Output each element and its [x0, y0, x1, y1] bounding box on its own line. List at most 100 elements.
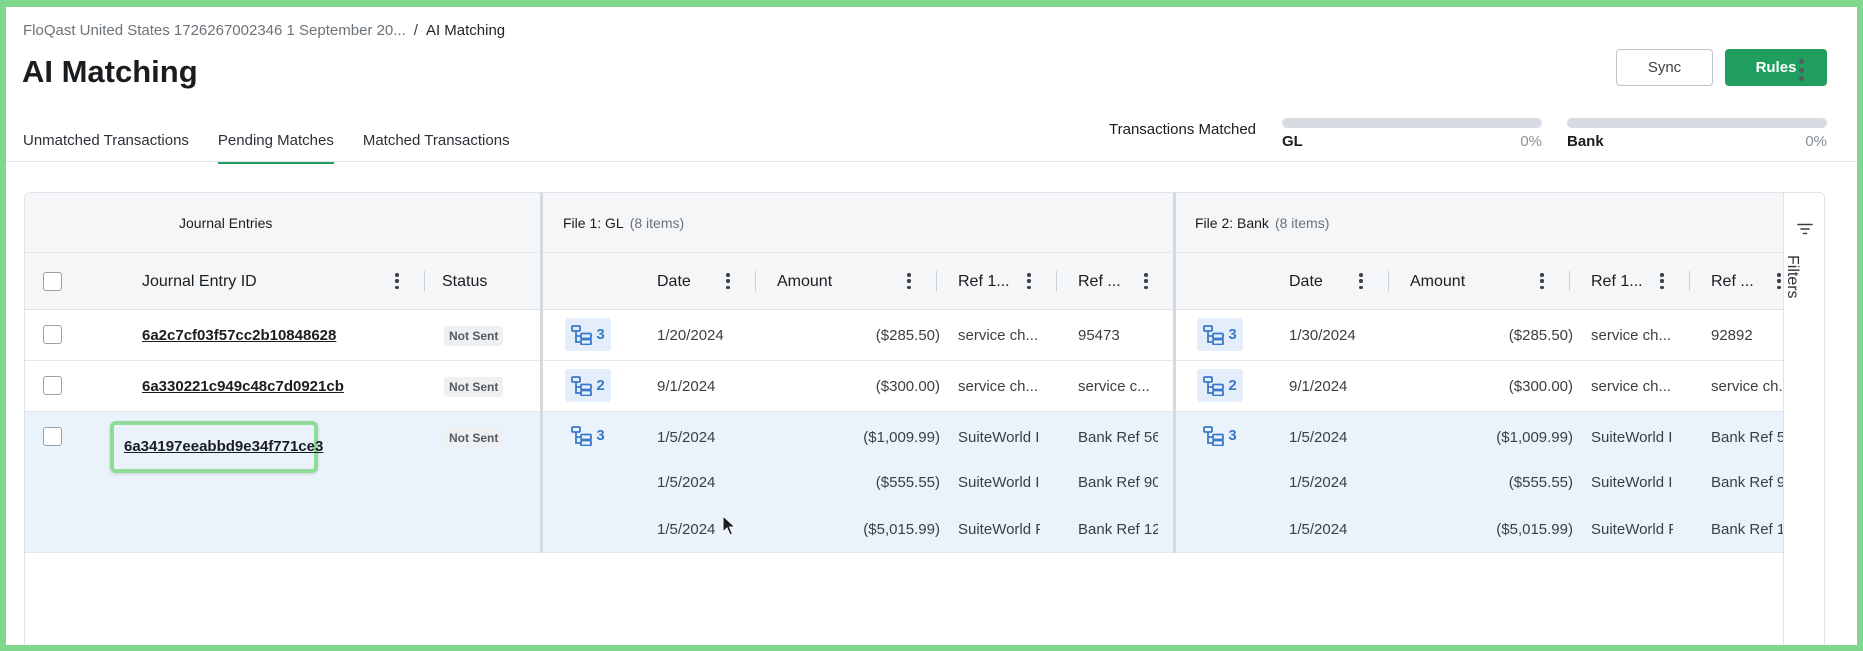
app-window: FloQast United States 1726267002346 1 Se…: [6, 7, 1857, 645]
gl-ref1-cell: service ch...: [958, 327, 1039, 344]
bank-date-cell: 1/5/2024: [1289, 521, 1348, 538]
gl-progress-name: GL: [1282, 133, 1303, 150]
group-journal-entries: Journal Entries: [179, 193, 272, 253]
tab-pending-matches[interactable]: Pending Matches: [217, 132, 334, 164]
group-file2-count: (8 items): [1274, 215, 1330, 231]
column-menu-icon[interactable]: [1540, 273, 1544, 289]
bank-ref1-cell: service ch...: [1591, 378, 1672, 395]
tab-matched-transactions[interactable]: Matched Transactions: [363, 132, 510, 164]
column-menu-icon[interactable]: [907, 273, 911, 289]
bank-date-cell: 1/30/2024: [1289, 327, 1356, 344]
group-file2-bank: File 2: Bank (8 items): [1195, 193, 1329, 253]
header-bank-ref2[interactable]: Ref ...: [1711, 253, 1754, 310]
bank-date-cell: 1/5/2024: [1289, 429, 1348, 446]
gl-ref1-cell: service ch...: [958, 378, 1039, 395]
breadcrumb-parent-link[interactable]: FloQast United States 1726267002346 1 Se…: [23, 22, 406, 39]
header-gl-ref1[interactable]: Ref 1...: [958, 253, 1010, 310]
bank-amount-cell: ($1,009.99): [1496, 429, 1573, 446]
column-menu-icon[interactable]: [1777, 273, 1781, 289]
journal-entry-id-link[interactable]: 6a2c7cf03f57cc2b10848628: [142, 327, 336, 344]
column-menu-icon[interactable]: [1660, 273, 1664, 289]
bank-amount-cell: ($555.55): [1508, 474, 1573, 491]
column-menu-icon[interactable]: [1144, 273, 1148, 289]
header-bank-amount[interactable]: Amount: [1410, 253, 1465, 310]
bank-ref1-cell: service ch...: [1591, 327, 1672, 344]
gl-progress-percent: 0%: [1520, 133, 1542, 150]
gl-amount-cell: ($285.50): [875, 327, 940, 344]
gl-match-group-button[interactable]: 3: [565, 419, 611, 452]
column-menu-icon[interactable]: [1027, 273, 1031, 289]
rules-button[interactable]: Rules: [1725, 49, 1827, 86]
header-gl-ref2[interactable]: Ref ...: [1078, 253, 1121, 310]
column-resize-handle[interactable]: [1689, 271, 1690, 291]
hierarchy-icon: [571, 324, 593, 345]
status-badge: Not Sent: [444, 326, 504, 346]
column-resize-handle[interactable]: [755, 271, 756, 291]
bank-progress-percent: 0%: [1805, 133, 1827, 150]
header-gl-amount[interactable]: Amount: [777, 253, 832, 310]
bank-match-count: 2: [1228, 377, 1237, 394]
focused-journal-entry-id[interactable]: 6a34197eeabbd9e34f771ce3: [110, 421, 323, 473]
breadcrumb-separator: /: [413, 22, 418, 39]
column-resize-handle[interactable]: [424, 271, 425, 291]
status-badge: Not Sent: [444, 428, 504, 448]
header-gl-date[interactable]: Date: [657, 253, 691, 310]
section-divider: [540, 193, 543, 553]
header-bank-date[interactable]: Date: [1289, 253, 1323, 310]
sync-button[interactable]: Sync: [1616, 49, 1713, 86]
journal-entry-id-link[interactable]: 6a34197eeabbd9e34f771ce3: [124, 438, 323, 455]
pending-matches-table: Journal Entries File 1: GL (8 items) Fil…: [24, 192, 1825, 645]
gl-match-group-button[interactable]: 2: [565, 369, 611, 402]
hierarchy-icon: [1203, 324, 1225, 345]
tabs-divider: [6, 161, 1857, 162]
column-resize-handle[interactable]: [936, 271, 937, 291]
row-checkbox[interactable]: [43, 427, 62, 446]
bank-ref1-cell: SuiteWorld F: [1591, 521, 1673, 538]
gl-date-cell: 1/5/2024: [657, 521, 716, 538]
tab-bar: Unmatched Transactions Pending Matches M…: [23, 132, 539, 164]
column-resize-handle[interactable]: [1056, 271, 1057, 291]
page-title: AI Matching: [22, 54, 198, 89]
gl-amount-cell: ($555.55): [875, 474, 940, 491]
bank-ref1-cell: SuiteWorld I: [1591, 429, 1673, 446]
column-header-row: Journal Entry ID Status Date Amount Ref …: [25, 253, 1783, 310]
gl-ref2-cell: service c...: [1078, 378, 1150, 395]
table-row[interactable]: 6a2c7cf03f57cc2b10848628 Not Sent 3 1/20…: [25, 310, 1783, 361]
select-all-checkbox[interactable]: [43, 272, 62, 291]
bank-match-group-button[interactable]: 2: [1197, 369, 1243, 402]
gl-match-group-button[interactable]: 3: [565, 318, 611, 351]
hierarchy-icon: [571, 375, 593, 396]
bank-ref2-cell: Bank Ref 5: [1711, 429, 1783, 446]
header-journal-entry-id[interactable]: Journal Entry ID: [142, 253, 257, 310]
column-resize-handle[interactable]: [1388, 271, 1389, 291]
gl-ref1-cell: SuiteWorld F: [958, 521, 1040, 538]
bank-progress: Bank 0%: [1567, 118, 1827, 150]
more-options-icon[interactable]: [1794, 59, 1808, 81]
header-bank-ref1[interactable]: Ref 1...: [1591, 253, 1643, 310]
hierarchy-icon: [1203, 425, 1225, 446]
transactions-matched-label: Transactions Matched: [1109, 121, 1257, 138]
hierarchy-icon: [1203, 375, 1225, 396]
column-menu-icon[interactable]: [726, 273, 730, 289]
column-resize-handle[interactable]: [1569, 271, 1570, 291]
filter-icon: [1797, 223, 1813, 235]
bank-progress-name: Bank: [1567, 133, 1604, 150]
tab-unmatched-transactions[interactable]: Unmatched Transactions: [23, 132, 189, 164]
gl-amount-cell: ($300.00): [875, 378, 940, 395]
bank-match-group-button[interactable]: 3: [1197, 419, 1243, 452]
column-menu-icon[interactable]: [395, 273, 399, 289]
journal-entry-id-link[interactable]: 6a330221c949c48c7d0921cb: [142, 378, 344, 395]
gl-ref1-cell: SuiteWorld I: [958, 474, 1040, 491]
header-status[interactable]: Status: [442, 253, 487, 310]
bank-progress-bar: [1567, 118, 1827, 128]
column-menu-icon[interactable]: [1359, 273, 1363, 289]
bank-match-group-button[interactable]: 3: [1197, 318, 1243, 351]
table-row[interactable]: 6a330221c949c48c7d0921cb Not Sent 2 9/1/…: [25, 361, 1783, 412]
bank-amount-cell: ($300.00): [1508, 378, 1573, 395]
filters-label[interactable]: Filters: [1783, 255, 1801, 299]
gl-progress-bar: [1282, 118, 1542, 128]
hierarchy-icon: [571, 425, 593, 446]
row-checkbox[interactable]: [43, 376, 62, 395]
row-checkbox[interactable]: [43, 325, 62, 344]
gl-date-cell: 1/5/2024: [657, 429, 716, 446]
